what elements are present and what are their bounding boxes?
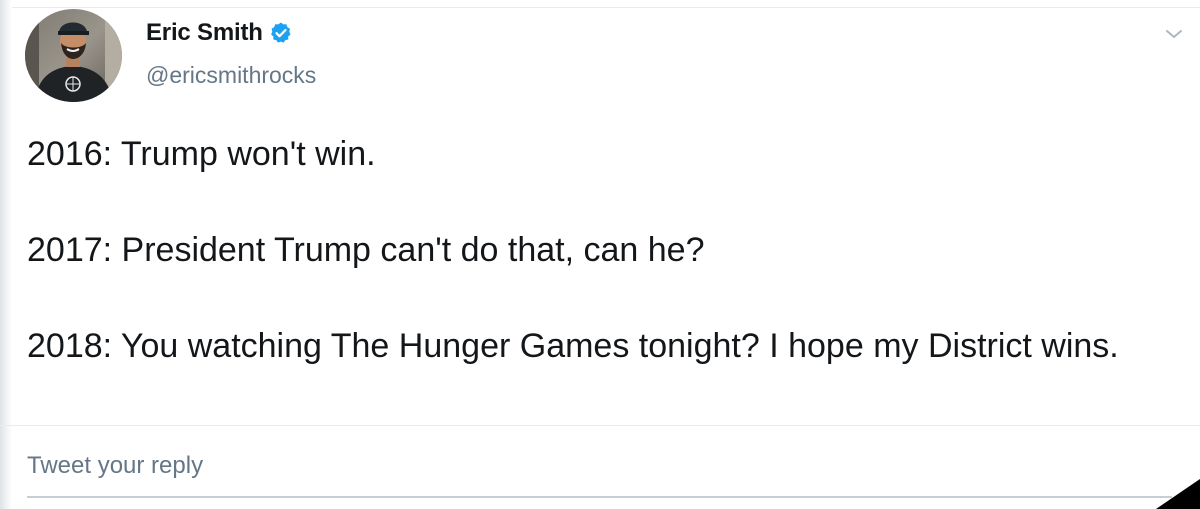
tweet-text: 2016: Trump won't win. 2017: President T…: [27, 130, 1187, 370]
tweet-line-2016: 2016: Trump won't win.: [27, 135, 376, 173]
tweet-line-2017: 2017: President Trump can't do that, can…: [27, 231, 705, 269]
display-name[interactable]: Eric Smith: [146, 19, 263, 47]
author-handle[interactable]: @ericsmithrocks: [146, 62, 316, 89]
avatar[interactable]: [25, 9, 122, 102]
tweet-card: Eric Smith @ericsmithrocks 2016: Trump w…: [0, 0, 1200, 509]
avatar-photo: [25, 9, 122, 102]
tweet-line-2018: 2018: You watching The Hunger Games toni…: [27, 327, 1119, 365]
author-name-row: Eric Smith: [146, 16, 293, 50]
reply-input[interactable]: [27, 452, 1147, 480]
corner-artifact: [1156, 479, 1200, 509]
more-options-button[interactable]: [1162, 22, 1186, 46]
reply-divider: [0, 425, 1200, 426]
chevron-down-icon: [1166, 30, 1182, 38]
reply-input-underline: [27, 496, 1172, 498]
verified-badge-icon: [269, 21, 293, 45]
